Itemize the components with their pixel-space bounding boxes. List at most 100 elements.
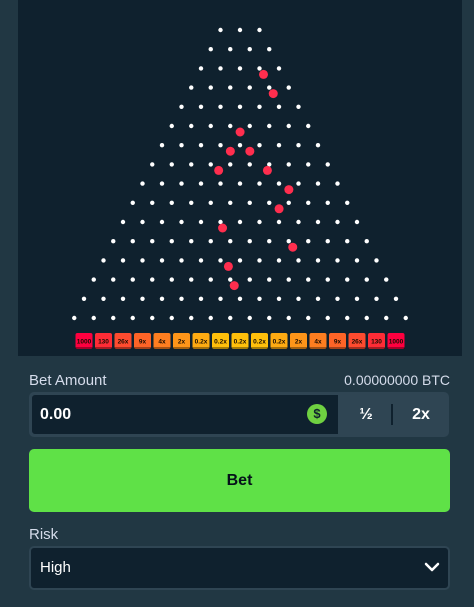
peg bbox=[306, 239, 311, 244]
peg bbox=[286, 123, 291, 129]
peg bbox=[72, 315, 77, 321]
multiplier-label: 130 bbox=[371, 339, 382, 346]
peg bbox=[159, 219, 165, 225]
peg bbox=[286, 277, 291, 282]
peg bbox=[179, 219, 184, 225]
peg bbox=[218, 66, 223, 71]
peg bbox=[364, 315, 369, 321]
multiplier-bucket: 26x bbox=[114, 333, 132, 349]
peg bbox=[237, 104, 243, 110]
bet-button[interactable]: Bet bbox=[29, 449, 450, 512]
multiplier-label: 2x bbox=[295, 339, 303, 346]
multiplier-bucket: 1000 bbox=[387, 333, 405, 349]
peg bbox=[257, 296, 262, 301]
peg bbox=[208, 162, 213, 167]
peg bbox=[159, 258, 165, 263]
risk-value: High bbox=[40, 559, 71, 576]
risk-select[interactable]: High bbox=[29, 546, 450, 590]
peg bbox=[130, 239, 135, 244]
peg bbox=[267, 277, 272, 282]
multiplier-label: 9x bbox=[334, 339, 342, 346]
peg bbox=[208, 239, 213, 244]
plinko-ball bbox=[229, 281, 239, 291]
peg bbox=[247, 315, 252, 321]
plinko-ball bbox=[268, 89, 278, 99]
peg bbox=[257, 219, 262, 225]
peg bbox=[335, 296, 340, 301]
peg bbox=[237, 27, 243, 33]
currency-icon: $ bbox=[307, 404, 327, 424]
peg bbox=[198, 296, 204, 301]
peg bbox=[228, 85, 233, 90]
multiplier-label: 0.2x bbox=[234, 339, 247, 346]
peg bbox=[306, 200, 311, 205]
peg bbox=[247, 239, 252, 244]
peg bbox=[247, 277, 252, 282]
peg bbox=[315, 181, 321, 186]
risk-label: Risk bbox=[29, 526, 59, 543]
peg bbox=[257, 258, 262, 263]
peg bbox=[150, 200, 155, 205]
peg bbox=[315, 258, 321, 263]
double-bet-button[interactable]: 2x bbox=[395, 394, 447, 435]
peg bbox=[159, 181, 165, 186]
peg bbox=[179, 296, 184, 301]
peg bbox=[120, 296, 126, 301]
peg bbox=[218, 181, 223, 186]
peg bbox=[150, 239, 155, 244]
multiplier-label: 4x bbox=[314, 339, 322, 346]
multiplier-label: 0.2x bbox=[195, 339, 208, 346]
peg bbox=[286, 85, 291, 90]
peg bbox=[208, 315, 213, 321]
multiplier-label: 130 bbox=[98, 339, 109, 346]
peg bbox=[140, 258, 145, 263]
peg bbox=[247, 200, 252, 205]
peg bbox=[189, 239, 194, 244]
peg bbox=[267, 123, 272, 129]
peg bbox=[257, 104, 262, 110]
peg bbox=[296, 219, 301, 225]
bet-amount-input[interactable]: 0.00 bbox=[31, 394, 339, 435]
peg bbox=[286, 315, 291, 321]
peg bbox=[169, 277, 174, 282]
peg bbox=[306, 162, 311, 167]
peg bbox=[228, 47, 233, 52]
plinko-svg: 1000 130 26x 9x 4x 2x 0.2x 0.2x 0.2x 0.2x 0.2x 2x 4x… bbox=[72, 27, 408, 349]
peg bbox=[354, 258, 360, 263]
peg bbox=[150, 277, 155, 282]
multiplier-bucket: 9x bbox=[134, 333, 151, 349]
peg bbox=[306, 277, 311, 282]
peg bbox=[267, 85, 272, 90]
peg bbox=[150, 162, 155, 167]
chevron-down-icon bbox=[424, 562, 440, 572]
peg bbox=[345, 277, 350, 282]
multiplier-label: 0.2x bbox=[273, 339, 286, 346]
peg bbox=[345, 239, 350, 244]
peg bbox=[208, 123, 213, 129]
peg bbox=[228, 277, 233, 282]
plinko-ball bbox=[274, 204, 284, 214]
peg bbox=[218, 258, 223, 263]
peg bbox=[218, 296, 223, 301]
peg bbox=[247, 85, 252, 90]
button-divider bbox=[391, 404, 393, 425]
plinko-board: 1000 130 26x 9x 4x 2x 0.2x 0.2x 0.2x 0.2x 0.2x 2x 4x… bbox=[18, 0, 462, 356]
peg bbox=[218, 27, 223, 33]
peg bbox=[384, 277, 389, 282]
plinko-ball bbox=[262, 165, 272, 175]
peg bbox=[286, 200, 291, 205]
multiplier-label: 1000 bbox=[77, 339, 92, 346]
peg bbox=[198, 143, 204, 148]
half-bet-button[interactable]: ½ bbox=[341, 394, 391, 435]
multiplier-bucket: 0.2x bbox=[192, 333, 210, 349]
multiplier-label: 0.2x bbox=[253, 339, 266, 346]
peg bbox=[189, 277, 194, 282]
peg bbox=[335, 181, 340, 186]
peg bbox=[247, 123, 252, 129]
peg bbox=[169, 123, 174, 129]
peg bbox=[315, 219, 321, 225]
peg bbox=[218, 104, 223, 110]
peg bbox=[237, 143, 243, 148]
peg bbox=[140, 181, 145, 186]
peg bbox=[218, 143, 223, 148]
